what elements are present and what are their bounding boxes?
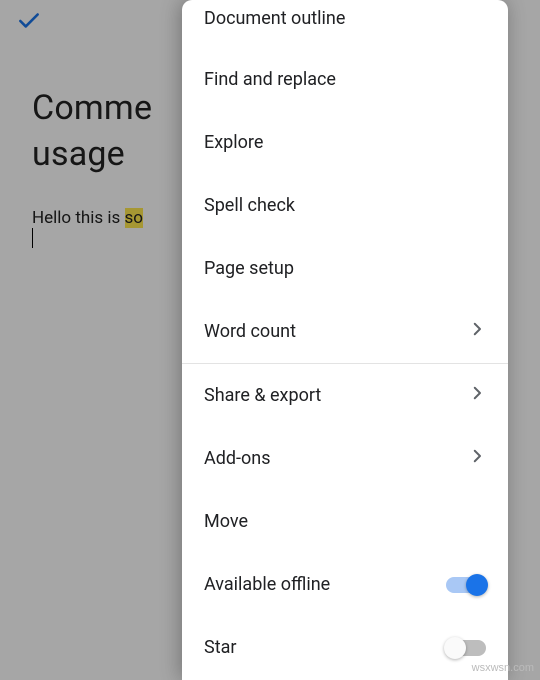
menu-label: Page setup (204, 258, 294, 279)
menu-label: Share & export (204, 385, 321, 406)
menu-word-count[interactable]: Word count (182, 300, 508, 363)
menu-explore[interactable]: Explore (182, 111, 508, 174)
offline-toggle[interactable] (446, 577, 486, 593)
menu-label: Document outline (204, 8, 345, 29)
star-toggle[interactable] (446, 640, 486, 656)
menu-share-export[interactable]: Share & export (182, 364, 508, 427)
menu-document-outline[interactable]: Document outline (182, 0, 508, 48)
toggle-knob (466, 574, 488, 596)
menu-move[interactable]: Move (182, 490, 508, 553)
chevron-right-icon (468, 447, 486, 470)
chevron-right-icon (468, 384, 486, 407)
watermark: wsxwsn.com (472, 662, 534, 674)
menu-label: Star (204, 637, 236, 658)
menu-label: Add-ons (204, 448, 271, 469)
overflow-menu: Document outline Find and replace Explor… (182, 0, 508, 680)
menu-label: Find and replace (204, 69, 336, 90)
menu-star[interactable]: Star (182, 616, 508, 679)
chevron-right-icon (468, 320, 486, 343)
menu-spell-check[interactable]: Spell check (182, 174, 508, 237)
menu-label: Spell check (204, 195, 295, 216)
menu-label: Move (204, 511, 248, 532)
toggle-knob (444, 637, 466, 659)
menu-available-offline[interactable]: Available offline (182, 553, 508, 616)
menu-find-and-replace[interactable]: Find and replace (182, 48, 508, 111)
menu-label: Word count (204, 321, 296, 342)
menu-label: Available offline (204, 574, 330, 595)
menu-page-setup[interactable]: Page setup (182, 237, 508, 300)
menu-label: Explore (204, 132, 263, 153)
menu-add-ons[interactable]: Add-ons (182, 427, 508, 490)
